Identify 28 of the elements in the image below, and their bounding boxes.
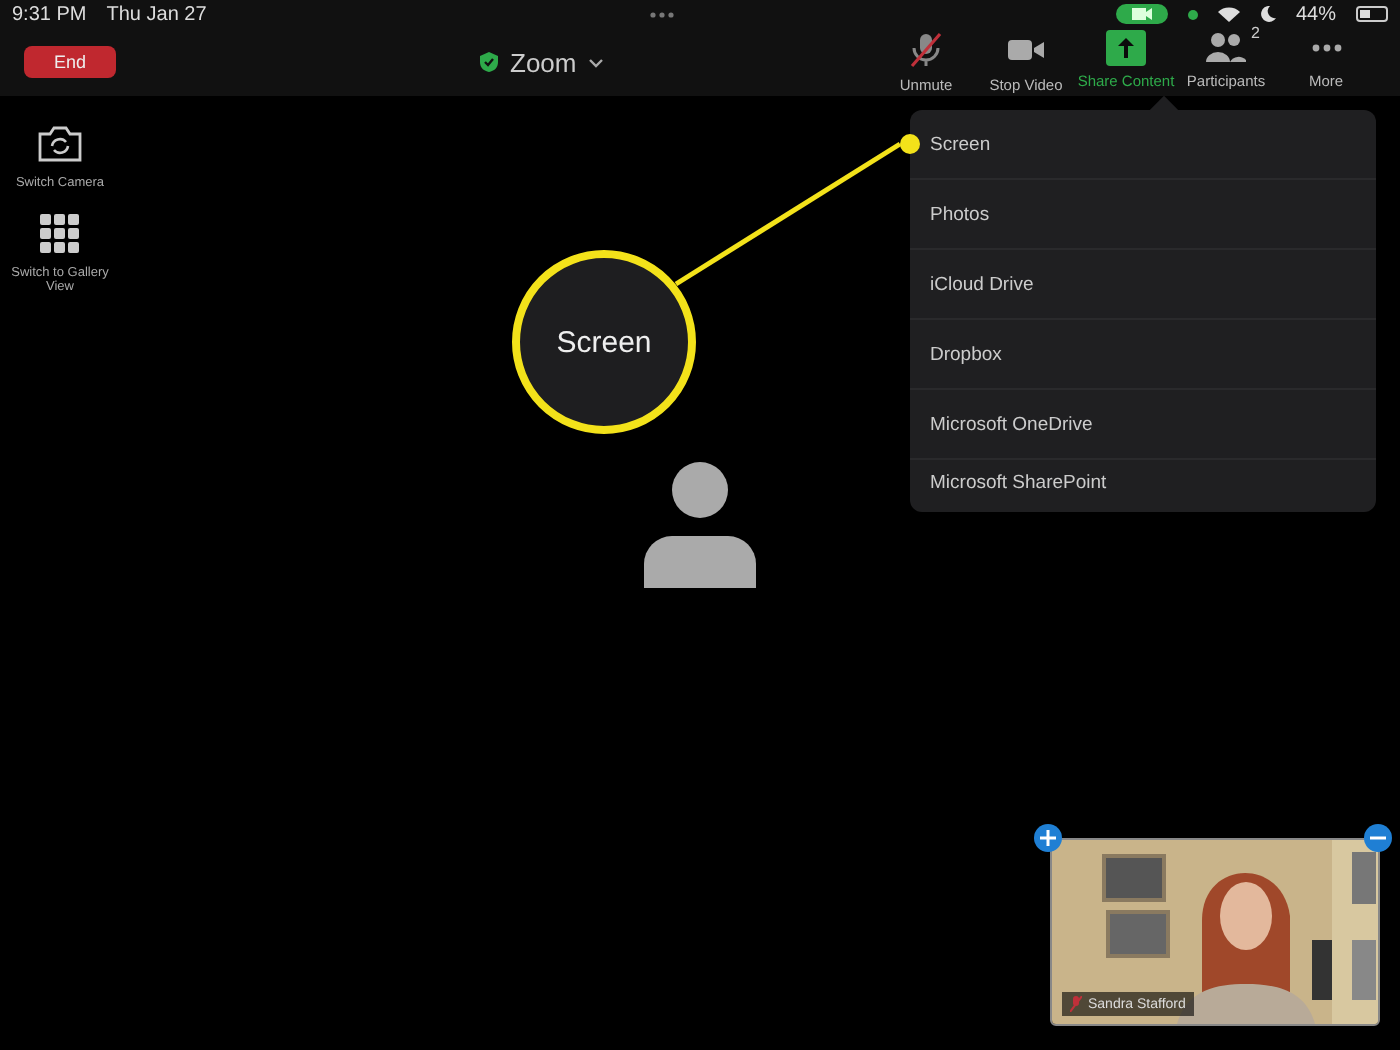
date-text: Thu Jan 27: [106, 3, 207, 25]
avatar-silhouette-icon: [644, 460, 756, 588]
people-icon: [1204, 30, 1248, 66]
end-button[interactable]: End: [24, 46, 116, 78]
callout-text: Screen: [556, 325, 652, 359]
menu-item[interactable]: Dropbox: [910, 320, 1376, 390]
menu-item[interactable]: Photos: [910, 180, 1376, 250]
clock-time: 9:31 PM: [12, 3, 87, 25]
participant-count: 2: [1251, 24, 1260, 42]
menu-item[interactable]: Microsoft SharePoint: [910, 460, 1376, 508]
grid-icon: [40, 214, 80, 254]
muted-microphone-icon: [906, 30, 946, 70]
battery-percent: 44%: [1295, 3, 1336, 25]
meeting-title[interactable]: Zoom: [510, 47, 577, 77]
multitask-dots-icon[interactable]: [649, 11, 674, 17]
more-dots-icon: [1311, 44, 1341, 52]
camera-in-use-dot: [1187, 9, 1198, 19]
camera-indicator-icon: [1115, 4, 1168, 24]
add-icon[interactable]: [1034, 824, 1062, 852]
moon-icon: [1259, 6, 1276, 22]
camera-switch-icon: [36, 124, 84, 164]
menu-item[interactable]: iCloud Drive: [910, 250, 1376, 320]
wifi-icon: [1217, 6, 1240, 22]
menu-item[interactable]: Microsoft OneDrive: [910, 390, 1376, 460]
battery-icon: [1356, 6, 1388, 22]
minimize-icon[interactable]: [1364, 824, 1392, 852]
chevron-down-icon[interactable]: [588, 57, 605, 67]
shield-check-icon: [480, 52, 498, 72]
